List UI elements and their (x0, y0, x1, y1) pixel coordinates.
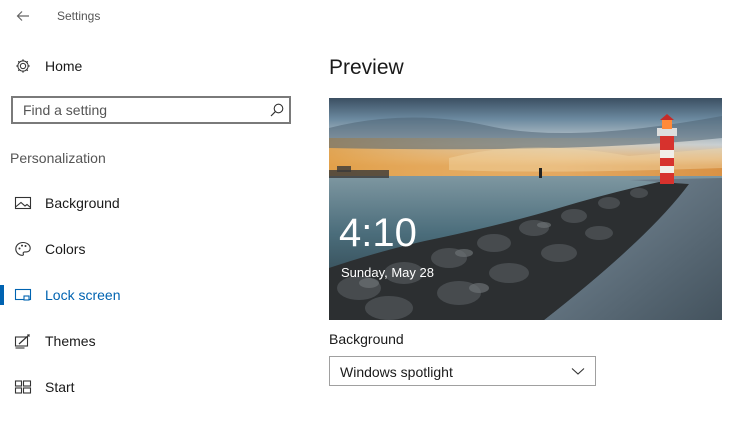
page-title: Preview (329, 56, 404, 79)
back-button[interactable] (10, 5, 36, 27)
sidebar-item-background[interactable]: Background (0, 185, 300, 221)
background-label: Background (329, 331, 404, 347)
sidebar: Home Personalization Background Colors L… (0, 40, 310, 425)
search-box[interactable] (11, 96, 291, 124)
sidebar-item-home[interactable]: Home (0, 48, 300, 84)
sidebar-item-lock-screen[interactable]: Lock screen (0, 277, 300, 313)
lock-screen-icon (14, 288, 32, 301)
back-arrow-icon (16, 11, 29, 21)
sidebar-item-label: Themes (45, 333, 96, 349)
sidebar-item-label: Start (45, 379, 75, 395)
chevron-down-icon (571, 368, 585, 375)
search-input[interactable] (13, 98, 273, 122)
sidebar-item-colors[interactable]: Colors (0, 231, 300, 267)
lock-screen-time: 4:10 (339, 211, 417, 255)
lock-screen-preview: 4:10 Sunday, May 28 (329, 98, 722, 320)
search-icon[interactable] (269, 102, 285, 118)
start-icon (14, 380, 32, 394)
lock-screen-date: Sunday, May 28 (341, 265, 434, 280)
sidebar-item-label: Home (45, 58, 83, 74)
sidebar-item-label: Background (45, 195, 120, 211)
themes-icon (14, 334, 30, 349)
main-content: Preview 4:10 Sunday, May 28 Background W… (329, 0, 752, 425)
sidebar-item-label: Colors (45, 241, 86, 257)
background-dropdown[interactable]: Windows spotlight (329, 356, 596, 386)
picture-icon (14, 196, 32, 210)
sidebar-item-start[interactable]: Start (0, 369, 300, 405)
gear-icon (16, 59, 30, 73)
section-label: Personalization (10, 150, 106, 166)
app-title: Settings (57, 9, 101, 23)
lighthouse-pier-image (329, 98, 722, 320)
background-dropdown-value: Windows spotlight (340, 364, 453, 380)
sidebar-item-themes[interactable]: Themes (0, 323, 300, 359)
sidebar-item-label: Lock screen (45, 287, 121, 303)
palette-icon (15, 241, 31, 256)
